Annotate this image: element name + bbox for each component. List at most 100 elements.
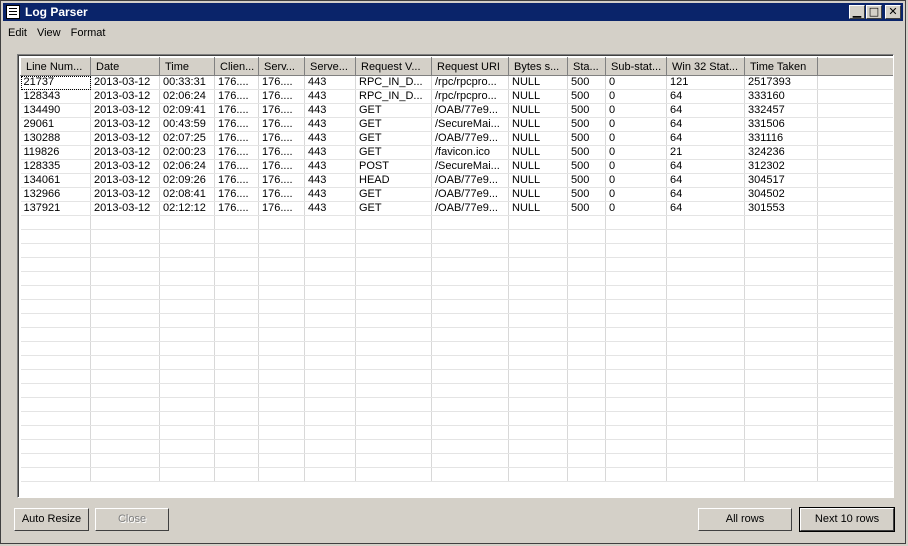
menu-edit[interactable]: Edit: [3, 27, 32, 39]
column-header[interactable]: Serv...: [258, 57, 305, 76]
close-button[interactable]: Close: [95, 508, 169, 531]
table-cell: 64: [666, 159, 745, 174]
empty-row: [20, 243, 893, 258]
auto-resize-button[interactable]: Auto Resize: [14, 508, 89, 531]
table-cell: 176....: [214, 131, 259, 146]
table-cell: [90, 229, 160, 244]
table-cell: [666, 299, 745, 314]
next-rows-button[interactable]: Next 10 rows: [799, 507, 895, 532]
maximize-icon[interactable]: □: [866, 5, 882, 19]
table-row[interactable]: 128343 2013-03-12 02:06:24 176.... 176.... 44…: [20, 89, 893, 104]
empty-row: [20, 369, 893, 384]
table-row[interactable]: 21737 2013-03-12 00:33:31 176.... 176.... 443…: [20, 75, 893, 90]
table-cell: [666, 355, 745, 370]
table-cell: 176....: [214, 159, 259, 174]
table-cell: [605, 355, 667, 370]
table-cell: 02:06:24: [159, 159, 215, 174]
table-cell: [431, 439, 509, 454]
table-cell: [666, 229, 745, 244]
menu-format[interactable]: Format: [66, 27, 111, 39]
table-cell: [744, 383, 818, 398]
column-header[interactable]: Request URI: [431, 57, 509, 76]
table-cell: [567, 439, 606, 454]
table-row[interactable]: 132966 2013-03-12 02:08:41 176.... 176.... 44…: [20, 187, 893, 202]
table-cell: [431, 425, 509, 440]
table-cell: [214, 397, 259, 412]
column-header[interactable]: Clien...: [214, 57, 259, 76]
table-cell: 443: [304, 131, 356, 146]
table-row[interactable]: 134061 2013-03-12 02:09:26 176.... 176.... 44…: [20, 173, 893, 188]
column-header[interactable]: Line Num...: [20, 57, 91, 76]
table-cell: [304, 299, 356, 314]
table-cell: 500: [567, 89, 606, 104]
table-cell: [20, 341, 91, 356]
table-row[interactable]: 29061 2013-03-12 00:43:59 176.... 176.... 443…: [20, 117, 893, 132]
table-cell: [817, 75, 893, 90]
table-cell: [355, 439, 432, 454]
table-row[interactable]: 130288 2013-03-12 02:07:25 176.... 176.... 44…: [20, 131, 893, 146]
table-cell: [355, 425, 432, 440]
table-cell: [159, 411, 215, 426]
minimize-icon[interactable]: ▁: [849, 5, 865, 19]
column-header[interactable]: Sta...: [567, 57, 606, 76]
close-icon[interactable]: ✕: [885, 5, 901, 19]
column-header[interactable]: [817, 57, 893, 76]
table-cell: [666, 215, 745, 230]
table-cell: [508, 257, 568, 272]
table-cell: [567, 341, 606, 356]
empty-row: [20, 229, 893, 244]
table-cell: [666, 453, 745, 468]
table-cell: [159, 397, 215, 412]
table-cell: [304, 215, 356, 230]
table-cell: 443: [304, 103, 356, 118]
table-cell: [20, 215, 91, 230]
table-cell: [605, 467, 667, 482]
table-cell: 134490: [20, 103, 91, 118]
empty-row: [20, 453, 893, 468]
table-cell: [605, 411, 667, 426]
table-cell: [744, 355, 818, 370]
table-cell: [567, 271, 606, 286]
column-header[interactable]: Sub-stat...: [605, 57, 667, 76]
table-cell: [508, 313, 568, 328]
table-cell: [605, 397, 667, 412]
table-cell: [817, 411, 893, 426]
title-bar[interactable]: Log Parser ▁ □ ✕: [3, 3, 903, 21]
column-header[interactable]: Time Taken: [744, 57, 818, 76]
column-header[interactable]: Win 32 Stat...: [666, 57, 745, 76]
table-row[interactable]: 137921 2013-03-12 02:12:12 176.... 176.... 44…: [20, 201, 893, 216]
table-cell: [605, 439, 667, 454]
table-cell: [605, 285, 667, 300]
table-cell: [431, 243, 509, 258]
table-cell: [567, 215, 606, 230]
table-cell: [666, 285, 745, 300]
table-cell: /favicon.ico: [431, 145, 509, 160]
table-cell: 0: [605, 201, 667, 216]
column-header[interactable]: Bytes s...: [508, 57, 568, 76]
column-header[interactable]: Date: [90, 57, 160, 76]
table-cell: [20, 229, 91, 244]
table-cell: 331116: [744, 131, 818, 146]
table-cell: [258, 299, 305, 314]
column-header[interactable]: Serve...: [304, 57, 356, 76]
all-rows-button[interactable]: All rows: [698, 508, 792, 531]
results-grid[interactable]: Line Num... Date Time Clien... Serv... Serve.…: [17, 54, 894, 498]
table-cell: [817, 313, 893, 328]
table-cell: [90, 327, 160, 342]
table-cell: 176....: [258, 89, 305, 104]
table-cell: [744, 453, 818, 468]
table-row[interactable]: 119826 2013-03-12 02:00:23 176.... 176.... 44…: [20, 145, 893, 160]
table-cell: GET: [355, 117, 432, 132]
table-row[interactable]: 128335 2013-03-12 02:06:24 176.... 176.... 44…: [20, 159, 893, 174]
table-cell: [90, 369, 160, 384]
table-cell: [744, 425, 818, 440]
column-header[interactable]: Request V...: [355, 57, 432, 76]
table-cell: 64: [666, 173, 745, 188]
table-cell: [567, 411, 606, 426]
table-cell: 443: [304, 173, 356, 188]
table-row[interactable]: 134490 2013-03-12 02:09:41 176.... 176.... 44…: [20, 103, 893, 118]
menu-view[interactable]: View: [32, 27, 66, 39]
table-cell: 443: [304, 187, 356, 202]
table-cell: 64: [666, 89, 745, 104]
column-header[interactable]: Time: [159, 57, 215, 76]
